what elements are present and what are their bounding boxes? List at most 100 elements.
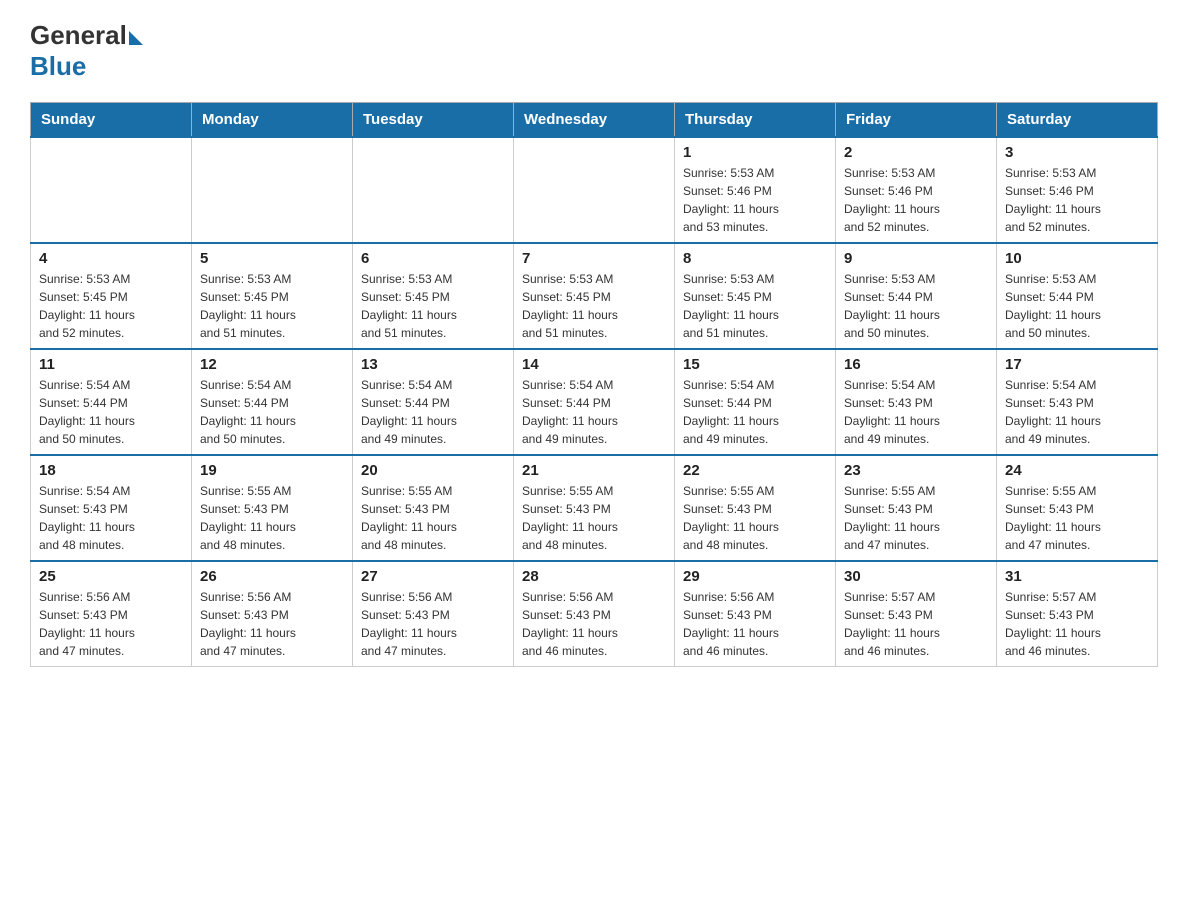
calendar-cell: 2 Sunrise: 5:53 AMSunset: 5:46 PMDaylight… (836, 137, 997, 243)
day-info: Sunrise: 5:54 AMSunset: 5:44 PMDaylight:… (683, 376, 827, 448)
day-number: 4 (39, 250, 183, 267)
calendar-header-row: SundayMondayTuesdayWednesdayThursdayFrid… (31, 103, 1158, 138)
week-row-1: 1Sunrise: 5:53 AMSunset: 5:46 PMDaylight… (31, 137, 1158, 243)
calendar-cell (353, 137, 514, 243)
day-number: 7 (522, 250, 666, 267)
day-info: Sunrise: 5:54 AMSunset: 5:43 PMDaylight:… (39, 482, 183, 554)
calendar-cell (31, 137, 192, 243)
day-info: Sunrise: 5:57 AMSunset: 5:43 PMDaylight:… (1005, 588, 1149, 660)
day-info: Sunrise: 5:56 AMSunset: 5:43 PMDaylight:… (522, 588, 666, 660)
day-info: Sunrise: 5:54 AMSunset: 5:44 PMDaylight:… (522, 376, 666, 448)
day-info: Sunrise: 5:53 AMSunset: 5:45 PMDaylight:… (522, 270, 666, 342)
day-info: Sunrise: 5:53 AMSunset: 5:45 PMDaylight:… (39, 270, 183, 342)
calendar-cell: 23Sunrise: 5:55 AMSunset: 5:43 PMDayligh… (836, 455, 997, 561)
calendar-cell: 20 Sunrise: 5:55 AMSunset: 5:43 PMDayligh… (353, 455, 514, 561)
day-number: 27 (361, 568, 505, 585)
calendar-cell: 12 Sunrise: 5:54 AMSunset: 5:44 PMDayligh… (192, 349, 353, 455)
calendar-cell: 26 Sunrise: 5:56 AMSunset: 5:43 PMDayligh… (192, 561, 353, 667)
page-header: General Blue (30, 20, 1158, 82)
day-number: 29 (683, 568, 827, 585)
logo-general-text: General (30, 20, 127, 51)
calendar-cell: 9Sunrise: 5:53 AMSunset: 5:44 PMDaylight… (836, 243, 997, 349)
column-header-tuesday: Tuesday (353, 103, 514, 138)
calendar-cell: 30 Sunrise: 5:57 AMSunset: 5:43 PMDayligh… (836, 561, 997, 667)
day-info: Sunrise: 5:53 AMSunset: 5:46 PMDaylight:… (683, 164, 827, 236)
calendar-cell: 15 Sunrise: 5:54 AMSunset: 5:44 PMDayligh… (675, 349, 836, 455)
day-info: Sunrise: 5:56 AMSunset: 5:43 PMDaylight:… (200, 588, 344, 660)
calendar-cell: 22 Sunrise: 5:55 AMSunset: 5:43 PMDayligh… (675, 455, 836, 561)
day-number: 5 (200, 250, 344, 267)
logo-arrow-icon (129, 31, 143, 45)
calendar-cell: 8Sunrise: 5:53 AMSunset: 5:45 PMDaylight… (675, 243, 836, 349)
calendar-cell (514, 137, 675, 243)
calendar-cell (192, 137, 353, 243)
calendar-cell: 17Sunrise: 5:54 AMSunset: 5:43 PMDayligh… (997, 349, 1158, 455)
calendar-cell: 31 Sunrise: 5:57 AMSunset: 5:43 PMDayligh… (997, 561, 1158, 667)
day-number: 6 (361, 250, 505, 267)
calendar-cell: 10 Sunrise: 5:53 AMSunset: 5:44 PMDayligh… (997, 243, 1158, 349)
day-number: 21 (522, 462, 666, 479)
calendar-cell: 7 Sunrise: 5:53 AMSunset: 5:45 PMDaylight… (514, 243, 675, 349)
day-info: Sunrise: 5:54 AMSunset: 5:44 PMDaylight:… (361, 376, 505, 448)
day-number: 15 (683, 356, 827, 373)
day-info: Sunrise: 5:53 AMSunset: 5:45 PMDaylight:… (200, 270, 344, 342)
day-info: Sunrise: 5:55 AMSunset: 5:43 PMDaylight:… (200, 482, 344, 554)
calendar-cell: 4 Sunrise: 5:53 AMSunset: 5:45 PMDaylight… (31, 243, 192, 349)
day-info: Sunrise: 5:53 AMSunset: 5:46 PMDaylight:… (844, 164, 988, 236)
calendar-cell: 5 Sunrise: 5:53 AMSunset: 5:45 PMDaylight… (192, 243, 353, 349)
calendar-cell: 24 Sunrise: 5:55 AMSunset: 5:43 PMDayligh… (997, 455, 1158, 561)
week-row-5: 25 Sunrise: 5:56 AMSunset: 5:43 PMDayligh… (31, 561, 1158, 667)
day-info: Sunrise: 5:54 AMSunset: 5:44 PMDaylight:… (200, 376, 344, 448)
day-info: Sunrise: 5:53 AMSunset: 5:45 PMDaylight:… (683, 270, 827, 342)
day-info: Sunrise: 5:53 AMSunset: 5:46 PMDaylight:… (1005, 164, 1149, 236)
day-info: Sunrise: 5:56 AMSunset: 5:43 PMDaylight:… (361, 588, 505, 660)
day-number: 25 (39, 568, 183, 585)
calendar-cell: 11Sunrise: 5:54 AMSunset: 5:44 PMDayligh… (31, 349, 192, 455)
day-number: 30 (844, 568, 988, 585)
week-row-4: 18 Sunrise: 5:54 AMSunset: 5:43 PMDayligh… (31, 455, 1158, 561)
calendar-cell: 19 Sunrise: 5:55 AMSunset: 5:43 PMDayligh… (192, 455, 353, 561)
week-row-3: 11 Sunrise: 5:54 AMSunset: 5:44 PMDayligh… (31, 349, 1158, 455)
day-number: 9 (844, 250, 988, 267)
day-number: 2 (844, 144, 988, 161)
day-number: 26 (200, 568, 344, 585)
column-header-friday: Friday (836, 103, 997, 138)
day-number: 24 (1005, 462, 1149, 479)
day-info: Sunrise: 5:57 AMSunset: 5:43 PMDaylight:… (844, 588, 988, 660)
day-number: 12 (200, 356, 344, 373)
day-info: Sunrise: 5:54 AMSunset: 5:43 PMDaylight:… (1005, 376, 1149, 448)
calendar-cell: 21 Sunrise: 5:55 AMSunset: 5:43 PMDayligh… (514, 455, 675, 561)
day-number: 22 (683, 462, 827, 479)
calendar-cell: 14Sunrise: 5:54 AMSunset: 5:44 PMDayligh… (514, 349, 675, 455)
day-number: 19 (200, 462, 344, 479)
day-info: Sunrise: 5:53 AMSunset: 5:44 PMDaylight:… (1005, 270, 1149, 342)
calendar-cell: 29 Sunrise: 5:56 AMSunset: 5:43 PMDayligh… (675, 561, 836, 667)
calendar-table: SundayMondayTuesdayWednesdayThursdayFrid… (30, 102, 1158, 667)
day-number: 23 (844, 462, 988, 479)
day-info: Sunrise: 5:55 AMSunset: 5:43 PMDaylight:… (522, 482, 666, 554)
column-header-wednesday: Wednesday (514, 103, 675, 138)
column-header-monday: Monday (192, 103, 353, 138)
day-info: Sunrise: 5:55 AMSunset: 5:43 PMDaylight:… (361, 482, 505, 554)
calendar-cell: 3 Sunrise: 5:53 AMSunset: 5:46 PMDaylight… (997, 137, 1158, 243)
day-info: Sunrise: 5:55 AMSunset: 5:43 PMDaylight:… (1005, 482, 1149, 554)
day-info: Sunrise: 5:55 AMSunset: 5:43 PMDaylight:… (683, 482, 827, 554)
day-number: 18 (39, 462, 183, 479)
day-number: 31 (1005, 568, 1149, 585)
calendar-cell: 28Sunrise: 5:56 AMSunset: 5:43 PMDayligh… (514, 561, 675, 667)
day-info: Sunrise: 5:56 AMSunset: 5:43 PMDaylight:… (683, 588, 827, 660)
column-header-thursday: Thursday (675, 103, 836, 138)
logo-blue-text: Blue (30, 51, 86, 82)
day-number: 13 (361, 356, 505, 373)
day-number: 10 (1005, 250, 1149, 267)
day-info: Sunrise: 5:53 AMSunset: 5:45 PMDaylight:… (361, 270, 505, 342)
column-header-saturday: Saturday (997, 103, 1158, 138)
day-number: 3 (1005, 144, 1149, 161)
day-number: 20 (361, 462, 505, 479)
calendar-cell: 6 Sunrise: 5:53 AMSunset: 5:45 PMDaylight… (353, 243, 514, 349)
column-header-sunday: Sunday (31, 103, 192, 138)
logo: General Blue (30, 20, 143, 82)
day-number: 11 (39, 356, 183, 373)
calendar-cell: 13 Sunrise: 5:54 AMSunset: 5:44 PMDayligh… (353, 349, 514, 455)
calendar-cell: 18 Sunrise: 5:54 AMSunset: 5:43 PMDayligh… (31, 455, 192, 561)
